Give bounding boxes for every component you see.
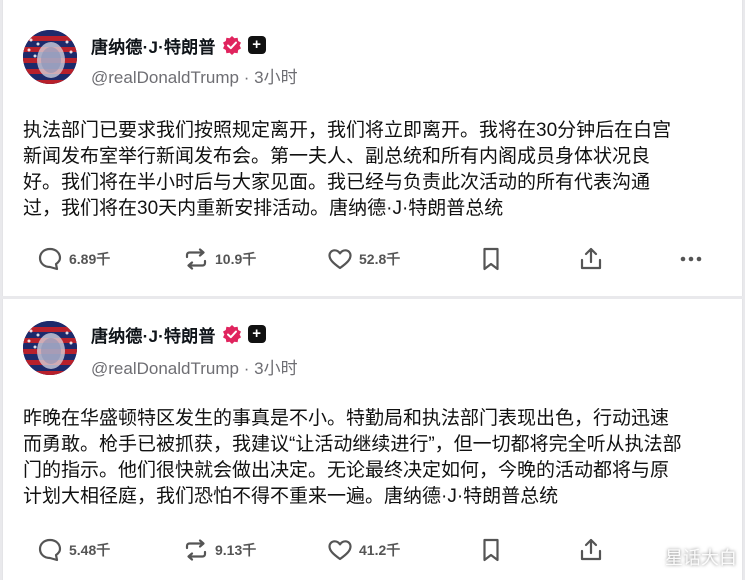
- share-icon: [580, 247, 602, 270]
- bookmark-icon: [483, 538, 499, 562]
- share-button[interactable]: [578, 246, 604, 272]
- bookmark-button[interactable]: [478, 246, 504, 272]
- repost-count: 10.9千: [215, 251, 257, 267]
- verified-icon: [222, 36, 241, 55]
- reply-button[interactable]: 5.48千: [37, 537, 110, 563]
- separator: ·: [243, 359, 250, 378]
- post-text: 昨晚在华盛顿特区发生的事真是不小。特勤局和执法部门表现出色，行动迅速 而勇敢。枪…: [23, 408, 682, 507]
- like-icon: [328, 540, 352, 561]
- post-time[interactable]: 3小时: [254, 359, 297, 378]
- reply-icon: [38, 538, 62, 562]
- reply-count: 6.89千: [69, 251, 111, 267]
- avatar[interactable]: [23, 321, 77, 375]
- repost-icon: [185, 248, 207, 270]
- bookmark-icon: [483, 247, 499, 271]
- separator: ·: [243, 68, 250, 87]
- watermark-text: 星话大白: [665, 548, 737, 568]
- share-icon: [580, 538, 602, 561]
- repost-icon: [185, 539, 207, 561]
- plus-icon[interactable]: +: [247, 36, 266, 54]
- reply-button[interactable]: 6.89千: [37, 246, 110, 272]
- author-name[interactable]: 唐纳德·J·特朗普: [91, 33, 216, 58]
- like-count: 41.2千: [359, 542, 401, 558]
- bookmark-button[interactable]: [478, 537, 504, 563]
- post-card: 唐纳德·J·特朗普 + @realDonaldTrump · 3小时 执法部门已…: [2, 0, 743, 296]
- author-handle[interactable]: @realDonaldTrump: [91, 359, 239, 378]
- plus-icon[interactable]: +: [247, 325, 266, 343]
- reply-count: 5.48千: [69, 542, 111, 558]
- repost-count: 9.13千: [215, 542, 257, 558]
- repost-button[interactable]: 10.9千: [183, 246, 256, 272]
- more-icon: [680, 256, 702, 262]
- like-button[interactable]: 41.2千: [327, 537, 400, 563]
- more-button[interactable]: [678, 246, 704, 272]
- reply-icon: [38, 247, 62, 271]
- post-text: 执法部门已要求我们按照规定离开，我们将立即离开。我将在30分钟后在白宫 新闻发布…: [23, 120, 672, 219]
- like-icon: [328, 249, 352, 270]
- avatar[interactable]: [23, 30, 77, 84]
- like-button[interactable]: 52.8千: [327, 246, 400, 272]
- verified-icon: [222, 325, 241, 344]
- post-time[interactable]: 3小时: [254, 68, 297, 87]
- post-card: 唐纳德·J·特朗普 + @realDonaldTrump · 3小时 昨晚在华盛…: [2, 299, 743, 580]
- repost-button[interactable]: 9.13千: [183, 537, 256, 563]
- share-button[interactable]: [578, 537, 604, 563]
- weibo-icon: [635, 548, 660, 567]
- watermark: 星话大白: [635, 544, 737, 570]
- like-count: 52.8千: [359, 251, 401, 267]
- author-name[interactable]: 唐纳德·J·特朗普: [91, 322, 216, 347]
- author-handle[interactable]: @realDonaldTrump: [91, 68, 239, 87]
